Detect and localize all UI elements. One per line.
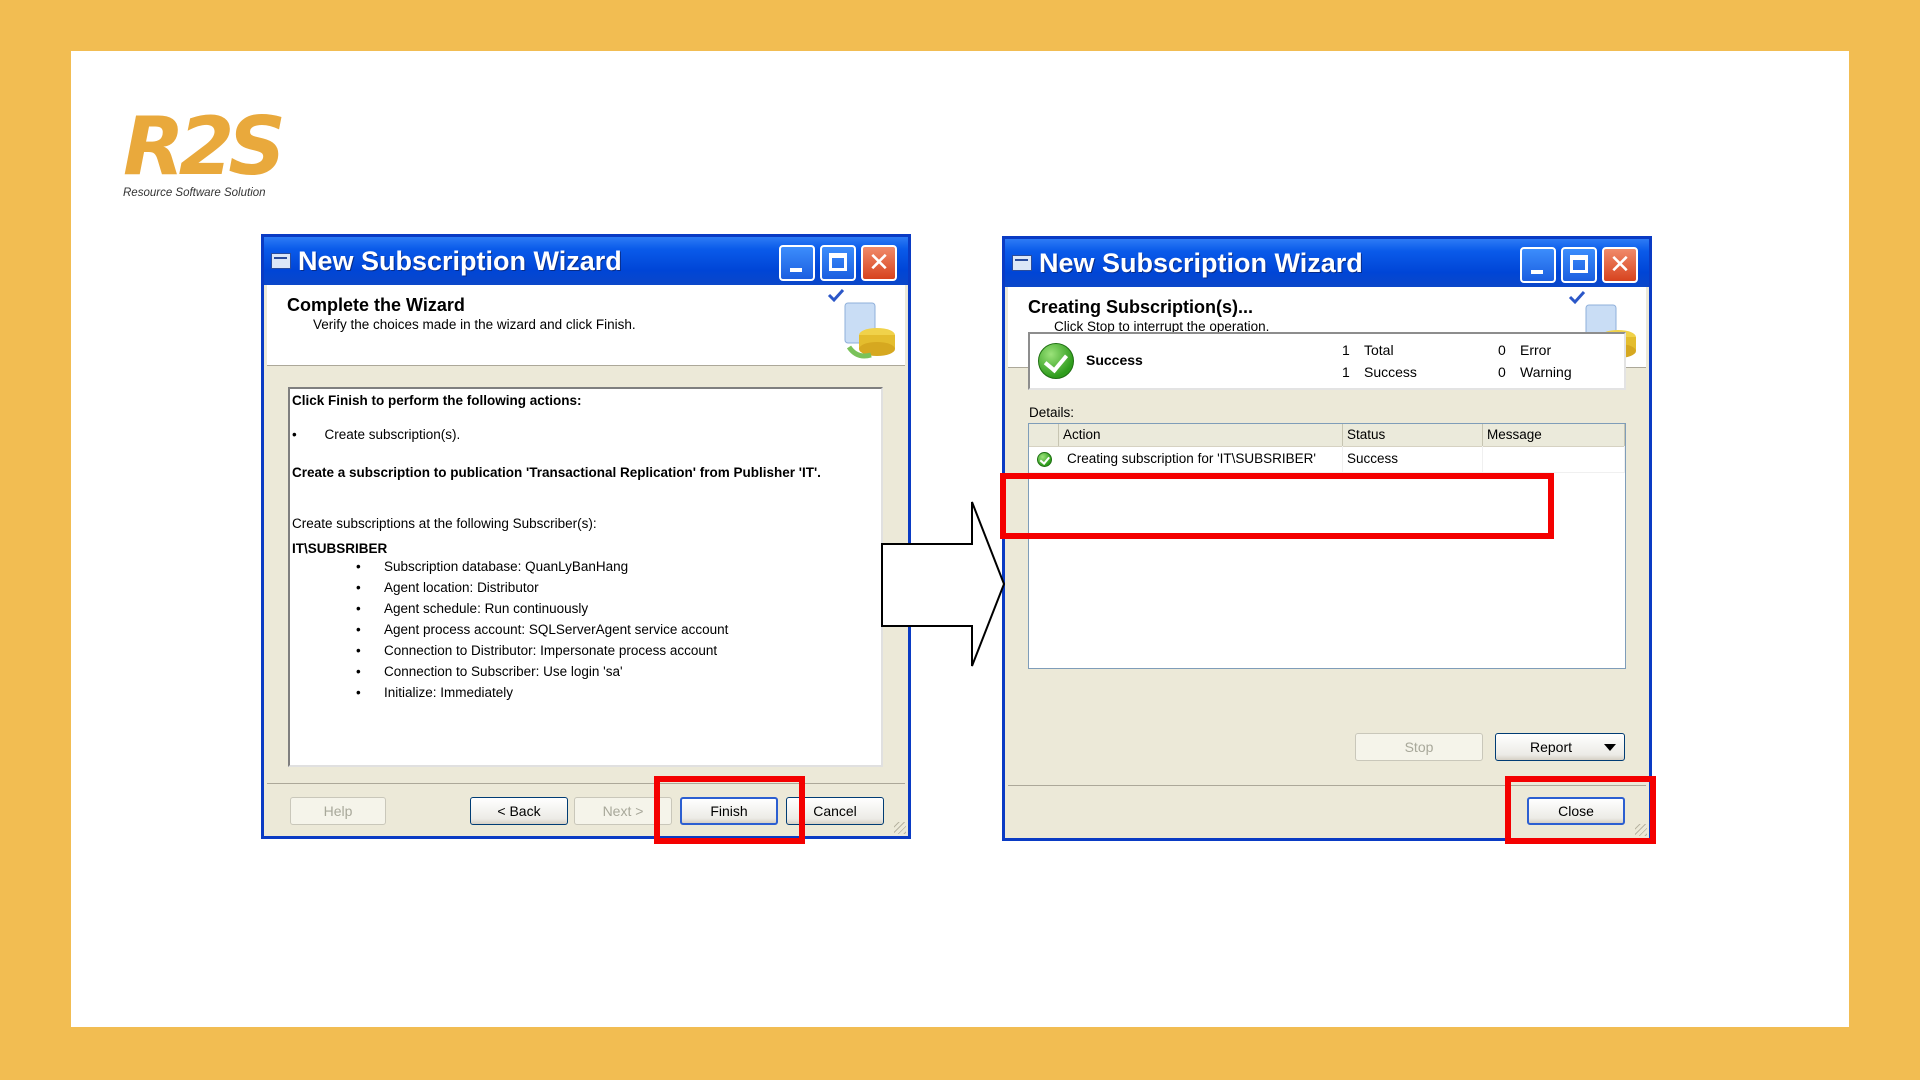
- success-check-icon: [1038, 343, 1074, 379]
- minimize-icon: [1531, 270, 1543, 274]
- error-label: Error: [1520, 342, 1552, 358]
- summary-intro: Click Finish to perform the following ac…: [292, 393, 582, 408]
- column-header-action[interactable]: Action: [1059, 424, 1343, 446]
- subscribers-label: Create subscriptions at the following Su…: [292, 516, 597, 531]
- list-item: Initialize: Immediately: [356, 682, 728, 703]
- transition-arrow-icon: [881, 501, 1006, 667]
- maximize-button[interactable]: [1561, 247, 1597, 283]
- success-count: 1: [1342, 364, 1350, 380]
- details-grid[interactable]: Action Status Message Creating subscript…: [1028, 423, 1626, 669]
- help-button[interactable]: Help: [290, 797, 386, 825]
- summary-description: Create a subscription to publication 'Tr…: [292, 465, 821, 480]
- list-item: Agent process account: SQLServerAgent se…: [356, 619, 728, 640]
- logo-tagline: Resource Software Solution: [123, 187, 266, 199]
- list-item: Agent location: Distributor: [356, 577, 728, 598]
- column-header-status[interactable]: Status: [1343, 424, 1483, 446]
- minimize-button[interactable]: [1520, 247, 1556, 283]
- maximize-icon: [1570, 255, 1588, 273]
- warning-count: 0: [1498, 364, 1506, 380]
- page-subtitle: Verify the choices made in the wizard an…: [313, 317, 636, 332]
- result-row-highlight-box: [1000, 473, 1554, 539]
- stop-button[interactable]: Stop: [1355, 733, 1483, 761]
- column-header-message[interactable]: Message: [1483, 424, 1625, 446]
- close-icon: ✕: [1609, 250, 1631, 280]
- wizard-window-complete: New Subscription Wizard ✕ Complete the W…: [261, 234, 911, 839]
- status-summary: Success 1 Total 1 Success 0 Error 0 Warn…: [1028, 332, 1626, 390]
- title-bar[interactable]: New Subscription Wizard ✕: [1005, 239, 1649, 287]
- row-message: [1483, 446, 1625, 472]
- close-highlight-box: [1505, 776, 1656, 844]
- table-row[interactable]: Creating subscription for 'IT\SUBSRIBER'…: [1029, 446, 1625, 473]
- report-button-label: Report: [1529, 739, 1573, 755]
- title-bar[interactable]: New Subscription Wizard ✕: [264, 237, 908, 285]
- wizard-graphic-icon: [827, 289, 895, 359]
- row-action: Creating subscription for 'IT\SUBSRIBER': [1063, 446, 1343, 472]
- wizard-header: Complete the Wizard Verify the choices m…: [267, 285, 905, 366]
- brand-logo: R2S Resource Software Solution: [123, 100, 286, 202]
- total-count: 1: [1342, 342, 1350, 358]
- list-item: Subscription database: QuanLyBanHang: [356, 556, 728, 577]
- summary-action-item: • Create subscription(s).: [292, 427, 460, 442]
- page-title: Complete the Wizard: [287, 295, 465, 315]
- total-label: Total: [1364, 342, 1394, 358]
- subscriber-name: IT\SUBSRIBER: [292, 541, 388, 556]
- error-count: 0: [1498, 342, 1506, 358]
- page-title: Creating Subscription(s)...: [1028, 297, 1254, 317]
- report-button[interactable]: Report: [1495, 733, 1625, 761]
- warning-label: Warning: [1520, 364, 1572, 380]
- resize-grip[interactable]: [894, 822, 906, 834]
- grid-header-icon-col: [1029, 424, 1059, 446]
- minimize-icon: [790, 268, 802, 272]
- close-window-button[interactable]: ✕: [861, 245, 897, 281]
- details-label: Details:: [1029, 405, 1075, 420]
- window-app-icon: [271, 253, 291, 269]
- chevron-down-icon: [1604, 744, 1616, 751]
- summary-panel[interactable]: Click Finish to perform the following ac…: [288, 387, 883, 767]
- bullet-glyph: •: [292, 427, 297, 442]
- summary-action-text: Create subscription(s).: [324, 427, 461, 442]
- logo-mark: R2S: [123, 100, 286, 193]
- finish-highlight-box: [654, 776, 805, 844]
- status-label: Success: [1086, 352, 1143, 368]
- window-title: New Subscription Wizard: [1039, 248, 1363, 278]
- window-app-icon: [1012, 255, 1032, 271]
- list-item: Connection to Distributor: Impersonate p…: [356, 640, 728, 661]
- subscriber-details-list: Subscription database: QuanLyBanHang Age…: [356, 556, 728, 703]
- row-success-icon: [1037, 452, 1052, 467]
- row-status: Success: [1343, 446, 1483, 472]
- back-button[interactable]: < Back: [470, 797, 568, 825]
- success-label: Success: [1364, 364, 1417, 380]
- maximize-icon: [829, 253, 847, 271]
- footer-divider: [267, 783, 905, 784]
- window-title: New Subscription Wizard: [298, 246, 622, 276]
- list-item: Connection to Subscriber: Use login 'sa': [356, 661, 728, 682]
- grid-header: Action Status Message: [1029, 424, 1625, 447]
- list-item: Agent schedule: Run continuously: [356, 598, 728, 619]
- close-icon: ✕: [868, 248, 890, 278]
- close-window-button[interactable]: ✕: [1602, 247, 1638, 283]
- minimize-button[interactable]: [779, 245, 815, 281]
- maximize-button[interactable]: [820, 245, 856, 281]
